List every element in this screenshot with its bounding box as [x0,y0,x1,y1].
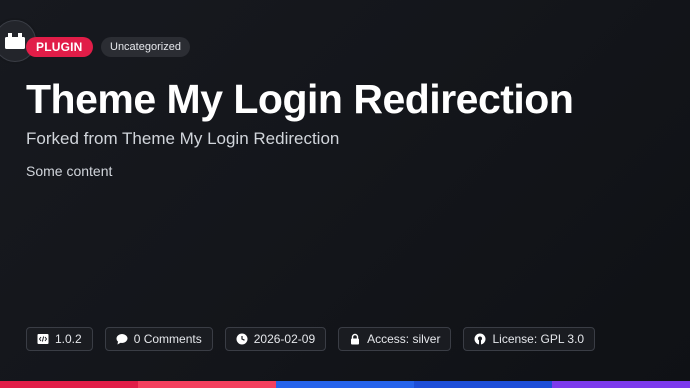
access-chip: Access: silver [338,327,452,351]
date-chip: 2026-02-09 [224,327,327,351]
code-icon [37,333,49,345]
license-chip: License: GPL 3.0 [463,327,596,351]
page-title: Theme My Login Redirection [26,76,574,122]
comments-chip[interactable]: 0 Comments [104,327,213,351]
comment-bubble-icon [116,333,128,345]
stripe-segment [552,381,690,388]
plugin-badge: PLUGIN [26,37,93,57]
stripe-segment [276,381,414,388]
stripe-segment [414,381,552,388]
meta-bar: 1.0.2 0 Comments 2026-02-09 Access: silv… [26,327,596,351]
plugin-box-icon [4,32,26,50]
stripe-segment [138,381,276,388]
comments-text: 0 Comments [133,332,202,346]
stripe-segment [0,381,138,388]
lock-icon [349,333,361,345]
version-text: 1.0.2 [55,332,82,346]
content-text: Some content [26,163,113,179]
clock-icon [236,333,248,345]
page-subtitle: Forked from Theme My Login Redirection [26,129,340,148]
version-chip: 1.0.2 [26,327,93,351]
license-text: License: GPL 3.0 [492,332,585,346]
date-text: 2026-02-09 [253,332,316,346]
open-source-icon [474,333,486,345]
color-stripe [0,381,690,388]
category-badge[interactable]: Uncategorized [101,37,190,57]
access-text: Access: silver [367,332,441,346]
